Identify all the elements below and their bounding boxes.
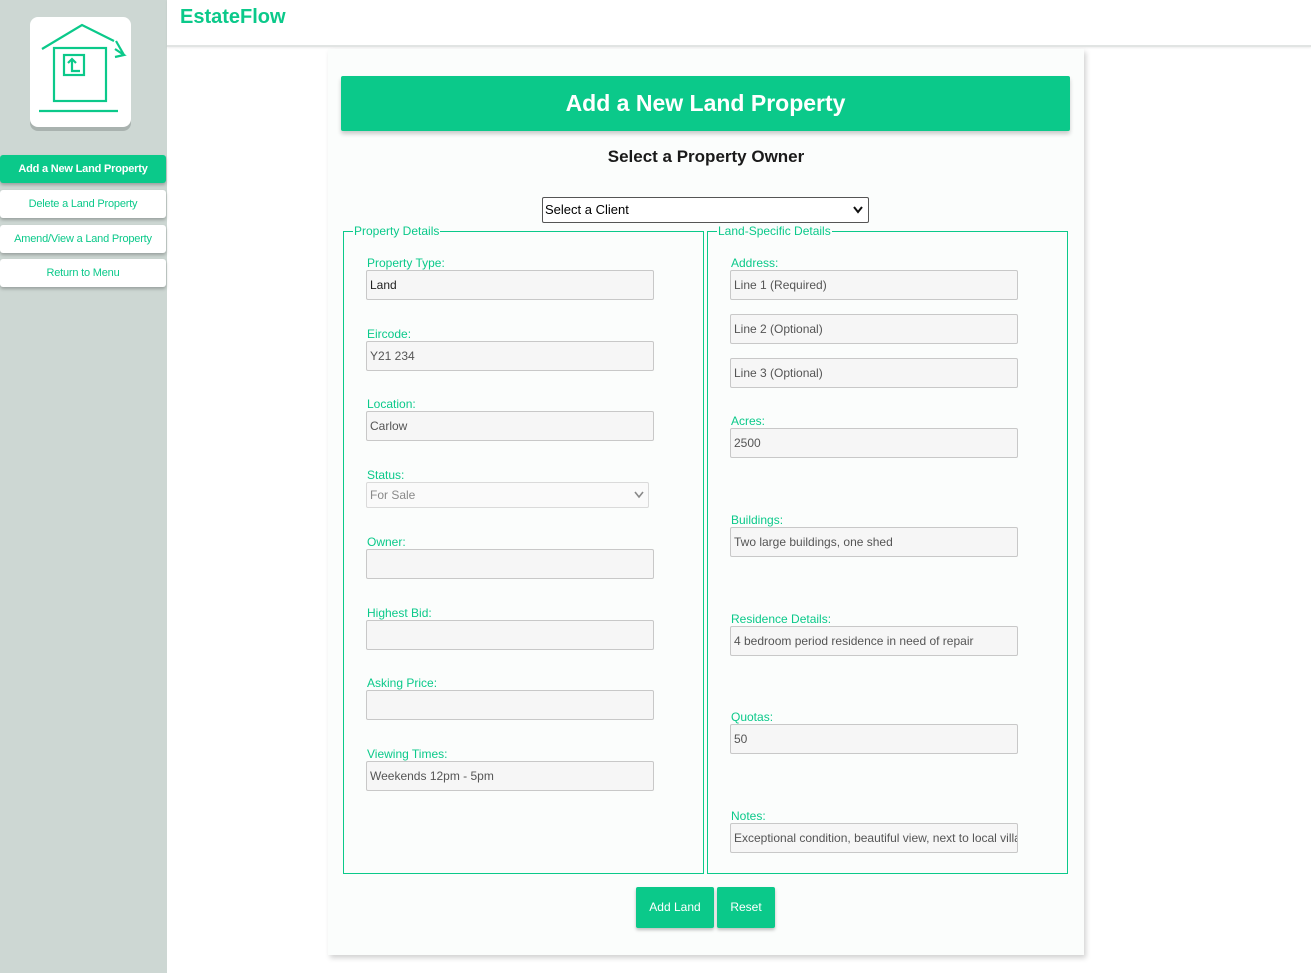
page-title: Add a New Land Property	[341, 76, 1070, 131]
residence-details-field[interactable]: 4 bedroom period residence in need of re…	[730, 626, 1018, 656]
client-select[interactable]: Select a Client	[542, 197, 869, 223]
property-type-label: Property Type:	[367, 256, 445, 270]
address-line1-field[interactable]: Line 1 (Required)	[730, 270, 1018, 300]
house-upload-icon	[39, 23, 127, 113]
chevron-down-icon	[853, 206, 863, 214]
residence-details-label: Residence Details:	[731, 612, 832, 626]
property-details-legend: Property Details	[353, 224, 441, 238]
owner-heading: Select a Property Owner	[607, 147, 805, 166]
buildings-field[interactable]: Two large buildings, one shed	[730, 527, 1018, 557]
app-logo	[30, 17, 131, 127]
quotas-field[interactable]: 50	[730, 724, 1018, 754]
owner-field[interactable]	[366, 549, 654, 579]
address-label: Address:	[731, 256, 779, 270]
client-select-value: Select a Client	[545, 202, 629, 217]
notes-field[interactable]: Exceptional condition, beautiful view, n…	[730, 823, 1018, 853]
sidebar-item-amend-land[interactable]: Amend/View a Land Property	[0, 225, 166, 253]
sidebar-item-delete-land[interactable]: Delete a Land Property	[0, 190, 166, 218]
eircode-label: Eircode:	[367, 327, 412, 341]
status-label: Status:	[367, 468, 405, 482]
property-details-fieldset: Property Details Property Type: Land Eir…	[343, 224, 704, 874]
top-bar: EstateFlow	[167, 0, 1311, 47]
brand-title: EstateFlow	[180, 6, 286, 28]
acres-label: Acres:	[731, 414, 766, 428]
highest-bid-label: Highest Bid:	[367, 606, 432, 620]
sidebar-item-return-menu[interactable]: Return to Menu	[0, 259, 166, 287]
owner-label: Owner:	[367, 535, 406, 549]
eircode-field[interactable]: Y21 234	[366, 341, 654, 371]
viewing-times-field[interactable]: Weekends 12pm - 5pm	[366, 761, 654, 791]
viewing-times-label: Viewing Times:	[367, 747, 448, 761]
chevron-down-icon	[634, 491, 644, 499]
add-land-button[interactable]: Add Land	[636, 887, 714, 928]
asking-price-field[interactable]	[366, 690, 654, 720]
notes-label: Notes:	[731, 809, 766, 823]
status-select-value: For Sale	[370, 488, 416, 502]
address-line3-field[interactable]: Line 3 (Optional)	[730, 358, 1018, 388]
sidebar-item-add-land[interactable]: Add a New Land Property	[0, 155, 166, 183]
property-type-field[interactable]: Land	[366, 270, 654, 300]
land-details-legend: Land-Specific Details	[717, 224, 832, 238]
form-card: Add a New Land Property Select a Propert…	[328, 49, 1084, 955]
location-field[interactable]: Carlow	[366, 411, 654, 441]
reset-button[interactable]: Reset	[717, 887, 775, 928]
asking-price-label: Asking Price:	[367, 676, 438, 690]
land-details-fieldset: Land-Specific Details Address: Line 1 (R…	[707, 224, 1068, 874]
buildings-label: Buildings:	[731, 513, 784, 527]
location-label: Location:	[367, 397, 416, 411]
acres-field[interactable]: 2500	[730, 428, 1018, 458]
sidebar: Add a New Land Property Delete a Land Pr…	[0, 0, 167, 973]
address-line2-field[interactable]: Line 2 (Optional)	[730, 314, 1018, 344]
highest-bid-field[interactable]	[366, 620, 654, 650]
status-select[interactable]: For Sale	[366, 482, 649, 508]
quotas-label: Quotas:	[731, 710, 774, 724]
